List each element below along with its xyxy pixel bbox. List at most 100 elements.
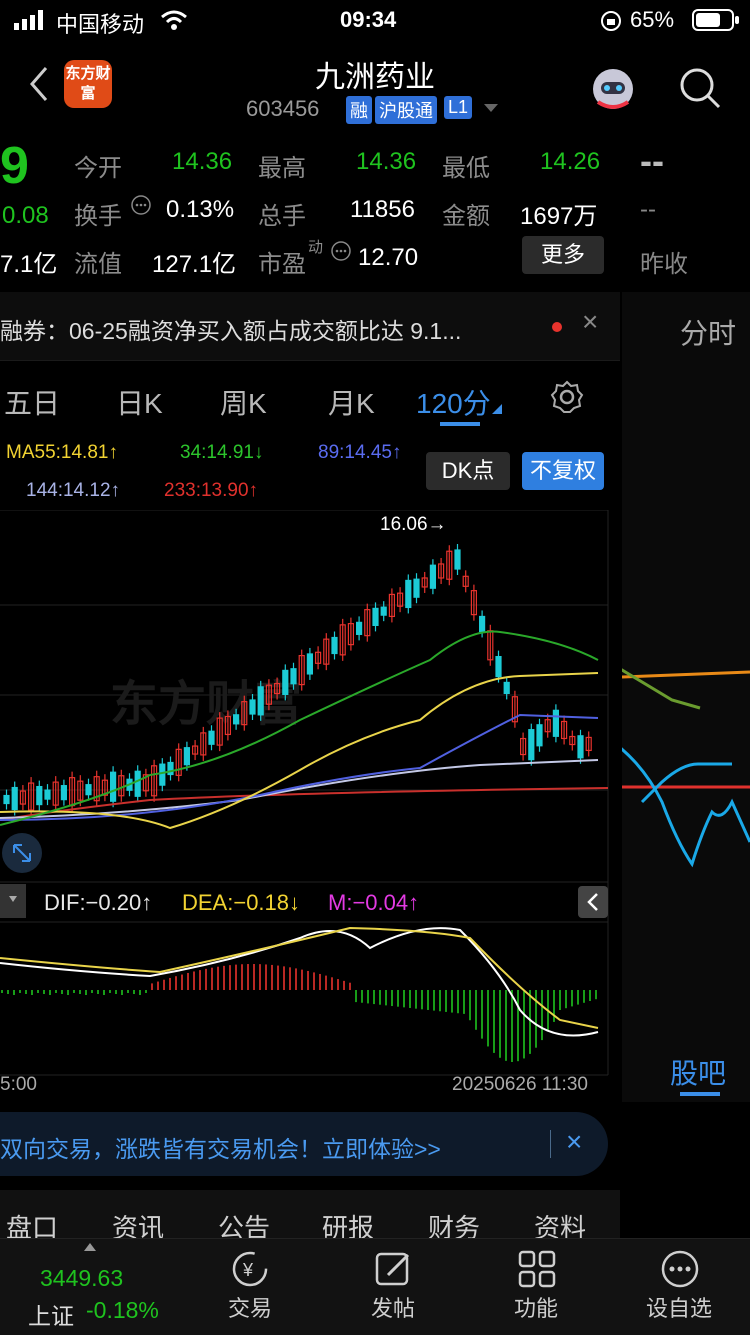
turnover-label: 换手	[74, 203, 122, 230]
level1-badge[interactable]: L1	[444, 96, 473, 119]
prev-close-value: --	[640, 196, 656, 223]
wifi-icon	[161, 10, 187, 30]
ma233-label: 233:13.90↑	[164, 480, 259, 501]
banner-text: 双向交易，涨跌皆有交易机会！立即体验>>	[0, 1136, 441, 1162]
candle	[577, 735, 584, 759]
float-cap-label: 流值	[74, 251, 122, 278]
tab-month-k[interactable]: 月K	[328, 382, 375, 422]
close-icon[interactable]: ×	[566, 1126, 582, 1158]
candle	[282, 669, 289, 695]
pe-value: 12.70	[358, 244, 419, 271]
caret-up-icon	[84, 1243, 96, 1251]
candle	[454, 549, 461, 570]
candle	[36, 785, 43, 806]
functions-button[interactable]: 功能	[461, 1239, 611, 1335]
grid-icon	[518, 1250, 556, 1288]
trade-label: 交易	[227, 1296, 272, 1321]
ma144-label: 144:14.12↑	[26, 480, 121, 501]
index-ticker[interactable]: 3449.63 上证 -0.18%	[0, 1239, 159, 1335]
candle	[479, 615, 486, 633]
index-value: 3449.63	[40, 1265, 124, 1291]
period-tabs: 五日 日K 周K 月K 120分	[0, 362, 620, 430]
unread-dot	[552, 322, 562, 332]
search-icon[interactable]	[678, 66, 722, 110]
candle	[60, 785, 68, 801]
candle	[306, 653, 313, 675]
gear-icon[interactable]	[550, 380, 584, 414]
volume-label: 总手	[258, 203, 306, 230]
volume-value: 11856	[350, 196, 415, 223]
right-side-panel: 分时 股吧	[622, 292, 750, 1102]
candle	[290, 668, 297, 685]
macd-histogram	[1, 964, 597, 1062]
guba-tab[interactable]: 股吧	[670, 1052, 726, 1092]
rotation-lock-icon	[601, 11, 621, 31]
kline-chart[interactable]: 东方财富 16.06→ DIF:−0.20↑ DEA:−0.18↓ M:−0.0…	[0, 510, 620, 1110]
prev-close-dash: --	[640, 140, 664, 181]
ma89-label: 89:14.45↑	[318, 442, 402, 463]
close-icon[interactable]: ×	[582, 306, 598, 338]
add-watchlist-button[interactable]: 设自选	[604, 1239, 750, 1335]
candle	[44, 789, 51, 800]
low-value: 14.26	[540, 148, 601, 175]
tab-day-k[interactable]: 日K	[116, 382, 163, 422]
info-icon[interactable]	[130, 194, 152, 216]
banner-divider	[550, 1130, 551, 1158]
axis-start-time: 5:00	[0, 1074, 37, 1095]
pe-label: 市盈	[258, 251, 306, 278]
candle	[159, 763, 166, 786]
turnover-value: 0.13%	[166, 196, 235, 223]
watermark-logo: 东方财富	[110, 678, 302, 731]
dea-label: DEA:−0.18↓	[182, 890, 300, 915]
timeshare-tab[interactable]: 分时	[680, 312, 736, 352]
post-button[interactable]: 发帖	[318, 1239, 468, 1335]
battery-percent: 65%	[630, 7, 675, 32]
status-bar: 中国移动 09:34 65%	[0, 0, 750, 40]
candle	[249, 699, 256, 715]
margin-notice[interactable]: 融券：06-25融资净买入额占成交额比达 9.1... ×	[0, 292, 620, 361]
dropdown-arrow-icon[interactable]	[484, 104, 498, 114]
axis-end-time: 20250626 11:30	[452, 1074, 588, 1095]
candle	[528, 729, 535, 761]
candle	[503, 681, 510, 695]
guba-indicator	[680, 1092, 720, 1096]
candle	[3, 794, 10, 805]
dk-point-button[interactable]: DK点	[426, 452, 510, 490]
candle	[380, 606, 387, 616]
index-change: -0.18%	[86, 1297, 159, 1323]
robot-assistant-icon[interactable]	[588, 64, 638, 114]
tab-week-k[interactable]: 周K	[220, 382, 267, 422]
trade-button[interactable]: ¥ 交易	[175, 1239, 325, 1335]
price-change: 0.08	[2, 202, 49, 229]
notice-text: 融券：06-25融资净买入额占成交额比达 9.1...	[0, 318, 462, 344]
post-label: 发帖	[370, 1296, 415, 1321]
last-price: 9	[0, 137, 29, 195]
more-dots-icon	[661, 1250, 699, 1288]
more-button[interactable]: 更多	[522, 236, 604, 274]
collapse-icon[interactable]	[2, 833, 42, 873]
quote-panel: 9 0.08 7.1亿 今开 14.36 最高 14.36 最低 14.26 换…	[0, 130, 620, 290]
no-adjust-button[interactable]: 不复权	[522, 452, 604, 490]
tab-five-day[interactable]: 五日	[4, 382, 60, 422]
ma34-label: 34:14.91↓	[180, 442, 264, 463]
amount-label: 金额	[442, 203, 490, 230]
margin-badge: 融	[346, 96, 372, 124]
stock-code: 603456	[246, 96, 320, 121]
candle	[372, 607, 379, 627]
dea-line	[0, 926, 599, 1029]
candle	[405, 579, 412, 609]
open-label: 今开	[74, 155, 122, 182]
candle	[208, 730, 215, 745]
candle	[552, 709, 560, 737]
edit-icon	[375, 1252, 410, 1286]
bottom-toolbar: 3449.63 上证 -0.18% ¥ 交易 发帖 功能 设自选	[0, 1238, 750, 1335]
panel-collapse-button[interactable]	[578, 886, 608, 918]
candle	[183, 747, 190, 766]
dif-line	[0, 927, 599, 1037]
amount-value: 1697万	[520, 203, 598, 230]
info-icon[interactable]	[330, 240, 352, 262]
promo-banner[interactable]: 双向交易，涨跌皆有交易机会！立即体验>> ×	[0, 1112, 608, 1176]
battery-icon	[692, 9, 739, 31]
tab-120-min[interactable]: 120分	[416, 382, 491, 422]
hk-connect-badge: 沪股通	[375, 96, 437, 124]
